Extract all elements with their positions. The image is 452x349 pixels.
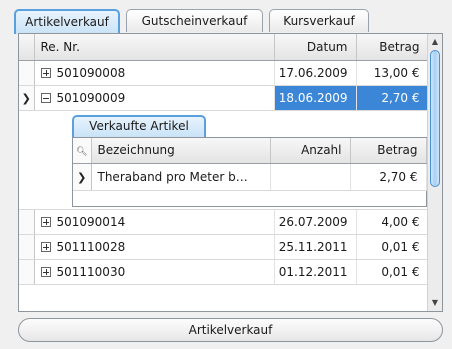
table-row[interactable]: 501090014 26.07.2009 4,00 €	[19, 209, 429, 235]
column-header-anzahl[interactable]: Anzahl	[270, 137, 351, 164]
chevron-right-icon: ❯	[21, 91, 31, 105]
scroll-up-icon[interactable]: ▲	[428, 35, 442, 49]
sales-grid: Re. Nr. Datum Betrag 501090008 17.06.200…	[18, 33, 443, 312]
detail-table: 🔍︎ Bezeichnung Anzahl Betrag ❯ Theraband…	[73, 137, 427, 191]
row-indicator-header	[19, 34, 35, 61]
datum-cell: 26.07.2009	[274, 209, 357, 235]
re-nr-cell: 501110028	[56, 239, 126, 254]
datum-cell: 01.12.2011	[274, 259, 357, 285]
plus-box-icon[interactable]	[40, 67, 51, 78]
column-header-bezeichnung[interactable]: Bezeichnung	[91, 137, 271, 164]
plus-box-icon[interactable]	[40, 266, 51, 277]
table-row[interactable]: 501090008 17.06.2009 13,00 €	[19, 60, 429, 86]
datum-cell: 25.11.2011	[274, 234, 357, 260]
anzahl-cell	[270, 163, 351, 191]
bezeichnung-cell: Theraband pro Meter b…	[91, 163, 271, 191]
table-row[interactable]: 501110028 25.11.2011 0,01 €	[19, 234, 429, 260]
table-row-selected[interactable]: ❯ 501090009 18.06.2009 2,70 €	[19, 85, 429, 111]
plus-box-icon[interactable]	[40, 241, 51, 252]
artikelverkauf-button[interactable]: Artikelverkauf	[18, 318, 443, 342]
row-indicator	[19, 60, 35, 86]
row-indicator	[19, 234, 35, 260]
betrag-cell: 0,01 €	[356, 234, 429, 260]
tab-verkaufte-artikel[interactable]: Verkaufte Artikel	[72, 114, 206, 137]
re-nr-cell: 501090008	[56, 65, 126, 80]
chevron-right-icon: ❯	[77, 171, 87, 184]
vertical-scrollbar[interactable]: ▲ ▼	[427, 34, 442, 311]
scrollbar-thumb[interactable]	[430, 50, 440, 187]
datum-cell: 17.06.2009	[274, 60, 357, 86]
scroll-down-icon[interactable]: ▼	[428, 296, 442, 310]
betrag-cell: 2,70 €	[350, 163, 427, 191]
row-indicator	[19, 259, 35, 285]
tab-kursverkauf[interactable]: Kursverkauf	[269, 9, 369, 32]
betrag-cell: 0,01 €	[356, 259, 429, 285]
column-header-betrag[interactable]: Betrag	[356, 34, 429, 61]
detail-grid: 🔍︎ Bezeichnung Anzahl Betrag ❯ Theraband…	[72, 136, 427, 207]
tab-gutscheinverkauf[interactable]: Gutscheinverkauf	[126, 9, 263, 32]
detail-row: Verkaufte Artikel 🔍︎ Bezeichnung Anzahl …	[19, 110, 428, 210]
tab-artikelverkauf[interactable]: Artikelverkauf	[14, 9, 120, 34]
column-header-betrag[interactable]: Betrag	[350, 137, 427, 164]
re-nr-cell: 501090009	[56, 90, 126, 105]
datum-cell: 18.06.2009	[274, 85, 357, 111]
re-nr-cell: 501110030	[56, 264, 126, 279]
row-indicator	[19, 209, 35, 235]
betrag-cell: 13,00 €	[356, 60, 429, 86]
minus-box-icon[interactable]	[40, 92, 51, 103]
sales-table: Re. Nr. Datum Betrag 501090008 17.06.200…	[19, 34, 429, 285]
re-nr-cell: 501090014	[56, 214, 126, 229]
betrag-cell: 4,00 €	[356, 209, 429, 235]
table-row[interactable]: 501110030 01.12.2011 0,01 €	[19, 259, 429, 285]
search-icon[interactable]: 🔍︎	[76, 147, 87, 157]
betrag-cell: 2,70 €	[356, 85, 429, 111]
plus-box-icon[interactable]	[40, 216, 51, 227]
table-header: Re. Nr. Datum Betrag	[19, 34, 429, 61]
column-header-datum[interactable]: Datum	[274, 34, 357, 61]
column-header-re-nr[interactable]: Re. Nr.	[34, 34, 275, 61]
list-item[interactable]: ❯ Theraband pro Meter b… 2,70 €	[73, 163, 427, 191]
